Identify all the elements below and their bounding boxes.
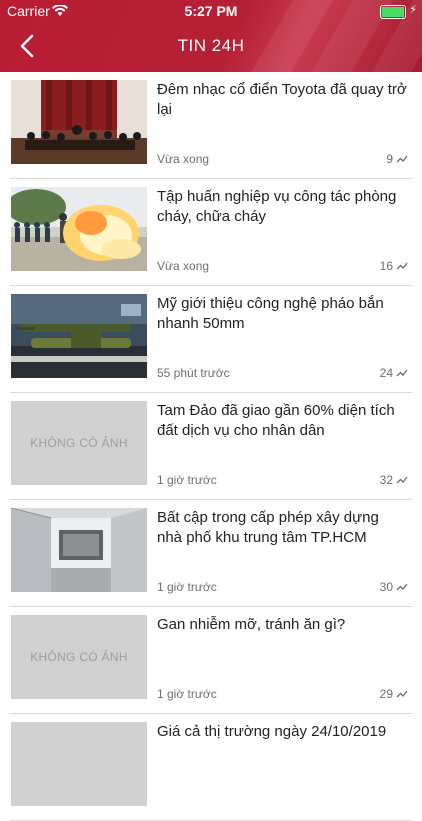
- article-item[interactable]: Giá cả thị trường ngày 24/10/2019: [10, 714, 412, 821]
- article-title: Tam Đảo đã giao gần 60% diện tích đất dị…: [157, 402, 395, 439]
- charging-icon: ⚡: [409, 4, 417, 16]
- article-thumbnail: [11, 508, 147, 592]
- article-thumbnail: [11, 294, 147, 378]
- trending-icon: [396, 262, 408, 270]
- article-item[interactable]: KHÔNG CÓ ẢNH Gan nhiễm mỡ, tránh ăn gì? …: [10, 607, 412, 714]
- trending-icon: [396, 369, 408, 377]
- view-count-value: 9: [386, 152, 393, 166]
- no-image-placeholder: KHÔNG CÓ ẢNH: [11, 615, 147, 699]
- view-count-value: 24: [379, 366, 393, 380]
- article-title: Giá cả thị trường ngày 24/10/2019: [157, 723, 387, 740]
- article-title: Đêm nhạc cổ điển Toyota đã quay trở lại: [157, 81, 407, 118]
- article-time: Vừa xong: [157, 259, 210, 273]
- trending-icon: [396, 476, 408, 484]
- status-bar: Carrier 5:27 PM ⚡: [0, 0, 422, 22]
- article-item[interactable]: Đêm nhạc cổ điển Toyota đã quay trở lại …: [10, 72, 412, 179]
- article-item[interactable]: Mỹ giới thiệu công nghệ pháo bắn nhanh 5…: [10, 286, 412, 393]
- article-item[interactable]: Bất cập trong cấp phép xây dựng nhà phố …: [10, 500, 412, 607]
- trending-icon: [396, 583, 408, 591]
- app-header: Carrier 5:27 PM ⚡ TIN 24H: [0, 0, 422, 72]
- article-time: 1 giờ trước: [157, 580, 217, 594]
- trending-icon: [396, 690, 408, 698]
- article-time: 1 giờ trước: [157, 687, 217, 701]
- view-count: 16: [380, 259, 408, 273]
- article-item[interactable]: KHÔNG CÓ ẢNH Tam Đảo đã giao gần 60% diệ…: [10, 393, 412, 500]
- article-time: Vừa xong: [157, 152, 210, 166]
- article-thumbnail: [11, 722, 147, 806]
- article-title: Gan nhiễm mỡ, tránh ăn gì?: [157, 616, 346, 633]
- view-count-value: 30: [379, 580, 393, 594]
- view-count-value: 32: [379, 473, 393, 487]
- view-count: 9: [386, 152, 408, 166]
- article-thumbnail: [11, 187, 147, 271]
- view-count: 32: [380, 473, 408, 487]
- article-list: Đêm nhạc cổ điển Toyota đã quay trở lại …: [0, 72, 422, 821]
- article-title: Bất cập trong cấp phép xây dựng nhà phố …: [157, 509, 379, 546]
- page-title: TIN 24H: [177, 36, 245, 55]
- navigation-bar: TIN 24H: [0, 22, 422, 72]
- article-thumbnail: [11, 80, 147, 164]
- article-title: Tập huấn nghiệp vụ công tác phòng cháy, …: [157, 188, 397, 225]
- view-count-value: 29: [379, 687, 393, 701]
- view-count: 29: [380, 687, 408, 701]
- article-title: Mỹ giới thiệu công nghệ pháo bắn nhanh 5…: [157, 295, 384, 332]
- view-count-value: 16: [379, 259, 393, 273]
- article-time: 1 giờ trước: [157, 473, 217, 487]
- no-image-placeholder: KHÔNG CÓ ẢNH: [11, 401, 147, 485]
- battery-icon: [380, 5, 406, 19]
- clock: 5:27 PM: [184, 3, 238, 19]
- view-count: 30: [380, 580, 408, 594]
- view-count: 24: [380, 366, 408, 380]
- trending-icon: [396, 155, 408, 163]
- article-time: 55 phút trước: [157, 366, 230, 380]
- article-item[interactable]: Tập huấn nghiệp vụ công tác phòng cháy, …: [10, 179, 412, 286]
